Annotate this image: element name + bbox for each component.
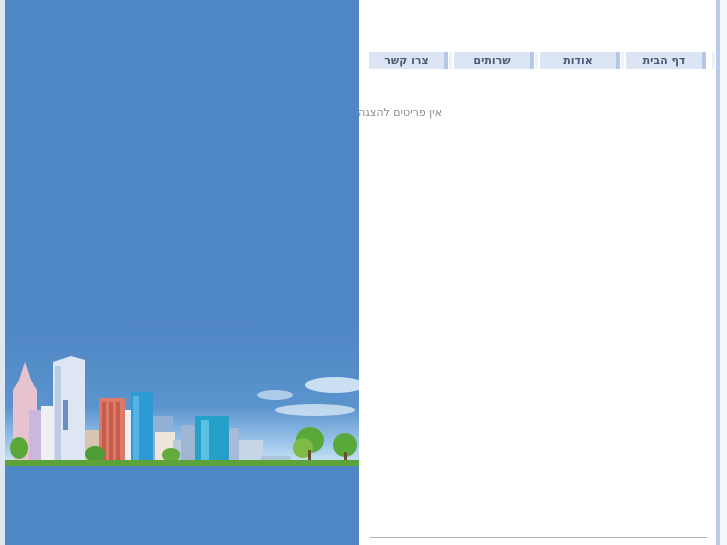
nav-item-home[interactable]: דף הבית (626, 52, 706, 69)
right-frame-edge (720, 0, 727, 545)
nav-item-about[interactable]: אודות (540, 52, 620, 69)
nav-item-contact[interactable]: צרו קשר (369, 52, 448, 69)
main-navigation: דף הבית אודות שרותים צרו קשר (369, 52, 715, 69)
empty-items-message: אין פריטים להצגה (358, 106, 442, 119)
header-banner-cityscape (5, 0, 359, 545)
cityscape-illustration (5, 0, 359, 545)
nav-item-services[interactable]: שרותים (454, 52, 534, 69)
nav-item-home-label: דף הבית (642, 54, 686, 67)
nav-item-about-label: אודות (563, 54, 593, 67)
footer-divider (370, 537, 707, 538)
nav-separator (449, 52, 452, 69)
nav-separator (712, 52, 715, 69)
nav-separator (535, 52, 538, 69)
nav-separator (621, 52, 624, 69)
nav-item-contact-label: צרו קשר (384, 54, 429, 67)
nav-item-services-label: שרותים (473, 54, 511, 67)
